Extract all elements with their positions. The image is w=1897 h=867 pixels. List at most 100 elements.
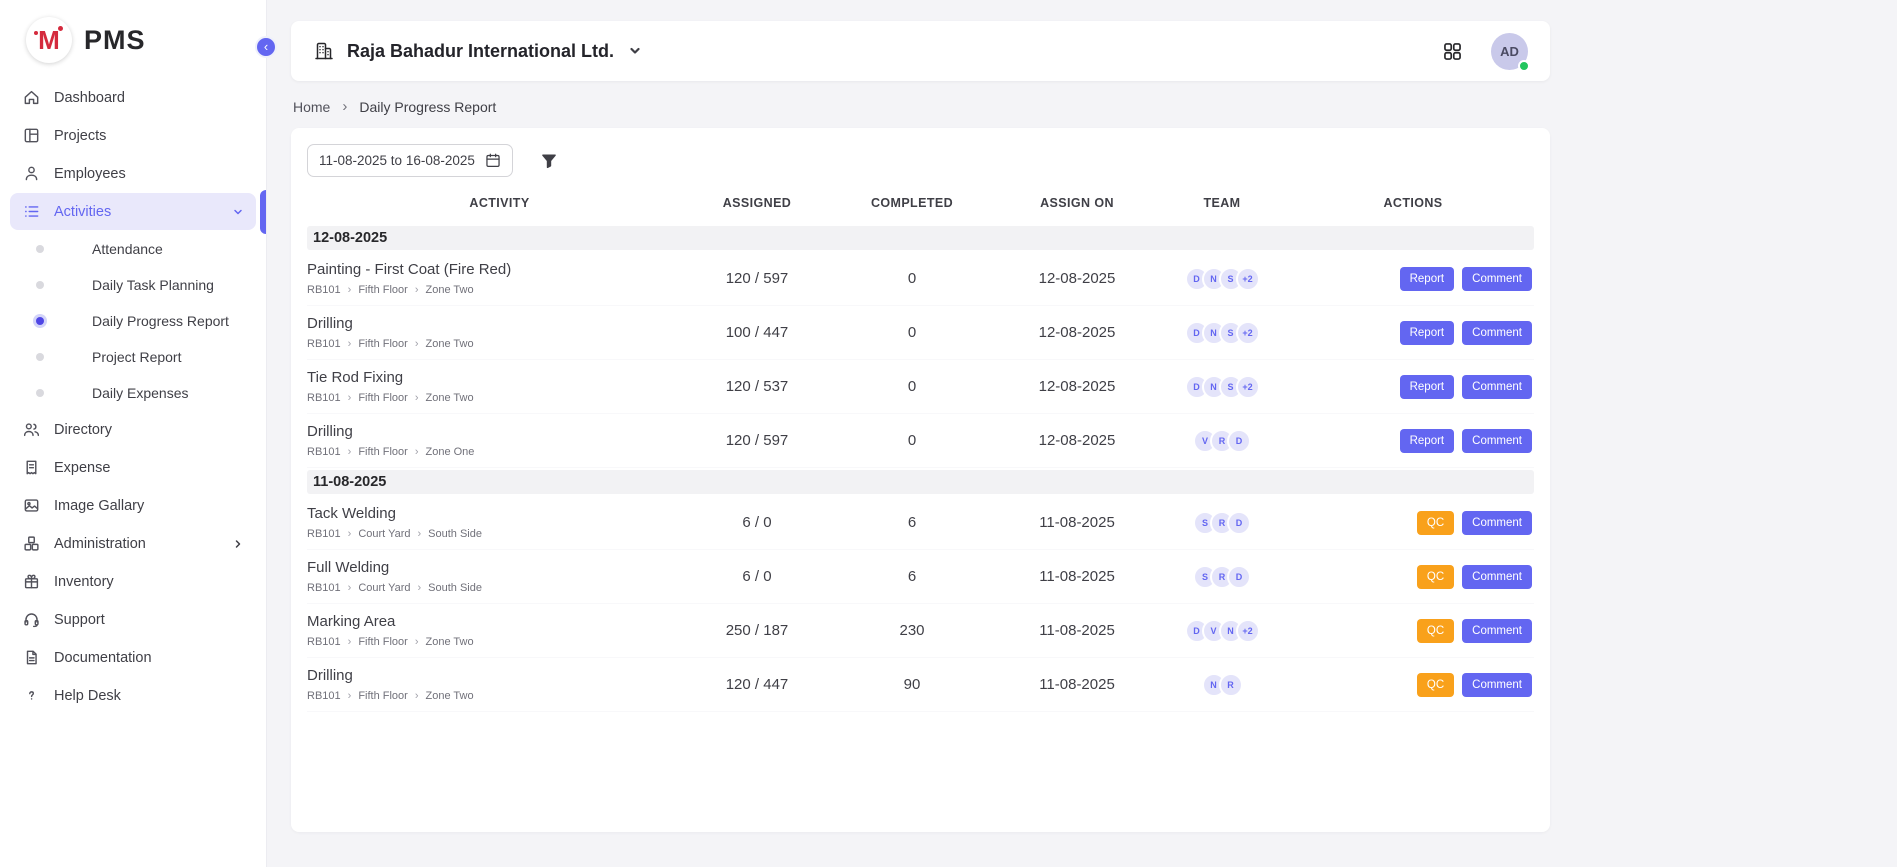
table-header-row: ACTIVITY ASSIGNED COMPLETED ASSIGN ON TE… — [307, 181, 1534, 224]
chevron-right-icon: › — [348, 690, 352, 702]
assigned-value: 100 / 447 — [692, 324, 822, 341]
report-button[interactable]: Report — [1400, 267, 1455, 291]
completed-value: 90 — [822, 676, 1002, 693]
team-member-avatar: R — [1219, 673, 1243, 697]
chevron-down-icon — [628, 44, 642, 58]
completed-value: 0 — [822, 270, 1002, 287]
team-member-avatar: D — [1227, 429, 1251, 453]
sidebar-item-projects[interactable]: Projects — [10, 117, 256, 154]
date-range-input[interactable] — [307, 144, 513, 177]
comment-button[interactable]: Comment — [1462, 321, 1532, 345]
sidebar-item-label: Inventory — [54, 574, 114, 590]
company-selector[interactable]: Raja Bahadur International Ltd. — [313, 40, 642, 62]
assign-on-date: 12-08-2025 — [1002, 270, 1152, 287]
group-date: 12-08-2025 — [313, 230, 387, 246]
sidebar-item-employees[interactable]: Employees — [10, 155, 256, 192]
sidebar-item-inventory[interactable]: Inventory — [10, 563, 256, 600]
person-icon — [22, 164, 41, 183]
activity-location-path: RB101›Court Yard›South Side — [307, 528, 692, 540]
chevron-right-icon: › — [348, 582, 352, 594]
date-range-value[interactable] — [319, 153, 485, 168]
list-icon — [22, 202, 41, 221]
sidebar-subitem-project-report[interactable]: Project Report — [10, 339, 256, 375]
sidebar-subitem-daily-task-planning[interactable]: Daily Task Planning — [10, 267, 256, 303]
assign-on-date: 12-08-2025 — [1002, 378, 1152, 395]
document-icon — [22, 648, 41, 667]
team-member-avatar: D — [1227, 565, 1251, 589]
comment-button[interactable]: Comment — [1462, 619, 1532, 643]
team-overflow-badge: +2 — [1236, 267, 1260, 291]
activity-location-path: RB101›Court Yard›South Side — [307, 582, 692, 594]
chevron-right-icon: › — [418, 582, 422, 594]
location-segment: Fifth Floor — [358, 338, 408, 350]
qc-button[interactable]: QC — [1417, 565, 1454, 589]
qc-button[interactable]: QC — [1417, 673, 1454, 697]
report-button[interactable]: Report — [1400, 429, 1455, 453]
table-row: Drilling RB101›Fifth Floor›Zone Two 100 … — [307, 306, 1534, 360]
assign-on-date: 11-08-2025 — [1002, 622, 1152, 639]
sidebar-item-documentation[interactable]: Documentation — [10, 639, 256, 676]
completed-value: 6 — [822, 568, 1002, 585]
sidebar-item-image-gallery[interactable]: Image Gallary — [10, 487, 256, 524]
sidebar-item-dashboard[interactable]: Dashboard — [10, 79, 256, 116]
report-button[interactable]: Report — [1400, 321, 1455, 345]
content-card: ACTIVITY ASSIGNED COMPLETED ASSIGN ON TE… — [291, 128, 1550, 832]
team-avatars: DNS+2 — [1152, 267, 1292, 291]
sidebar-item-activities[interactable]: Activities — [10, 193, 256, 230]
location-segment: Court Yard — [358, 528, 410, 540]
sidebar-item-support[interactable]: Support — [10, 601, 256, 638]
location-segment: Zone Two — [426, 284, 474, 296]
comment-button[interactable]: Comment — [1462, 429, 1532, 453]
col-header-completed: COMPLETED — [822, 196, 1002, 210]
chevron-right-icon: › — [342, 98, 347, 115]
user-avatar[interactable]: AD — [1491, 33, 1528, 70]
location-segment: South Side — [428, 582, 482, 594]
qc-button[interactable]: QC — [1417, 511, 1454, 535]
sidebar-item-directory[interactable]: Directory — [10, 411, 256, 448]
sidebar-subitem-daily-progress-report[interactable]: Daily Progress Report — [10, 303, 256, 339]
comment-button[interactable]: Comment — [1462, 565, 1532, 589]
team-avatars: SRD — [1152, 565, 1292, 589]
filter-button[interactable] — [539, 151, 559, 171]
qc-button[interactable]: QC — [1417, 619, 1454, 643]
chevron-right-icon: › — [348, 528, 352, 540]
comment-button[interactable]: Comment — [1462, 375, 1532, 399]
apps-grid-icon[interactable] — [1442, 41, 1463, 62]
assigned-value: 120 / 537 — [692, 378, 822, 395]
bullet-icon — [36, 353, 44, 361]
sidebar-item-expense[interactable]: Expense — [10, 449, 256, 486]
team-avatars: VRD — [1152, 429, 1292, 453]
chevron-right-icon: › — [348, 636, 352, 648]
col-header-actions: ACTIONS — [1292, 196, 1534, 210]
question-icon — [22, 686, 41, 705]
sidebar-item-label: Documentation — [54, 650, 152, 666]
pms-logo-icon: M — [26, 17, 72, 63]
sidebar-item-administration[interactable]: Administration — [10, 525, 256, 562]
chevron-right-icon: › — [415, 338, 419, 350]
comment-button[interactable]: Comment — [1462, 673, 1532, 697]
location-segment: South Side — [428, 528, 482, 540]
filter-row — [307, 137, 1534, 181]
headset-icon — [22, 610, 41, 629]
activity-cell: Tie Rod Fixing RB101›Fifth Floor›Zone Tw… — [307, 369, 692, 404]
report-table-body: 12-08-2025 Painting - First Coat (Fire R… — [307, 226, 1534, 712]
report-button[interactable]: Report — [1400, 375, 1455, 399]
collapse-sidebar-button[interactable]: ‹ — [255, 36, 277, 58]
date-group-header: 12-08-2025 — [307, 226, 1534, 250]
breadcrumb-current: Daily Progress Report — [359, 99, 496, 115]
sidebar-item-help-desk[interactable]: Help Desk — [10, 677, 256, 714]
chevron-right-icon: › — [415, 636, 419, 648]
team-avatars: DVN+2 — [1152, 619, 1292, 643]
assign-on-date: 11-08-2025 — [1002, 514, 1152, 531]
team-overflow-badge: +2 — [1236, 375, 1260, 399]
sidebar-subitem-daily-expenses[interactable]: Daily Expenses — [10, 375, 256, 411]
app-name: PMS — [84, 25, 146, 56]
activity-location-path: RB101›Fifth Floor›Zone Two — [307, 690, 692, 702]
comment-button[interactable]: Comment — [1462, 511, 1532, 535]
team-avatars: NR — [1152, 673, 1292, 697]
location-segment: Zone Two — [426, 690, 474, 702]
sidebar-item-label: Directory — [54, 422, 112, 438]
breadcrumb-home[interactable]: Home — [293, 99, 330, 115]
comment-button[interactable]: Comment — [1462, 267, 1532, 291]
sidebar-subitem-attendance[interactable]: Attendance — [10, 231, 256, 267]
